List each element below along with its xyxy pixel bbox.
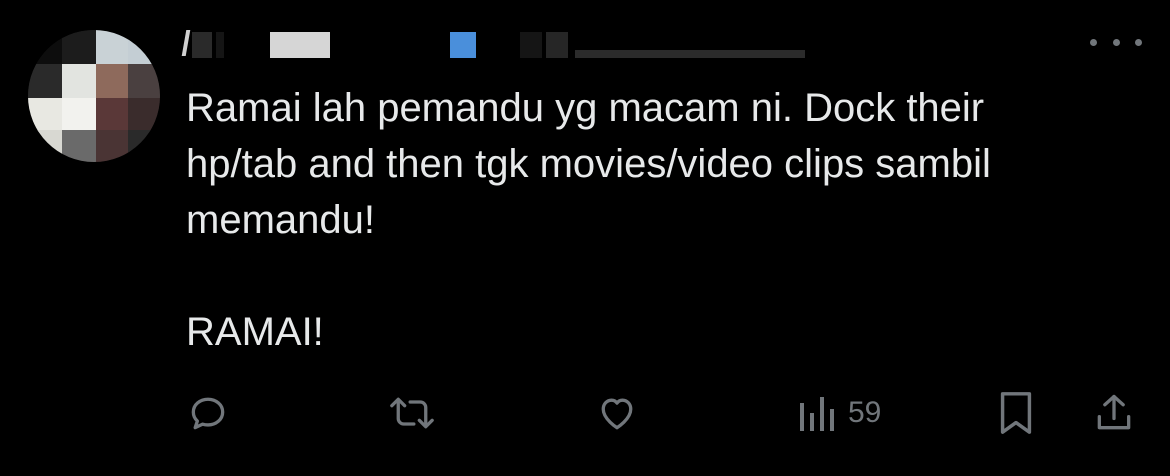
views-chart-icon	[800, 397, 834, 431]
more-dots-icon	[1090, 38, 1097, 46]
reply-button[interactable]	[186, 388, 230, 438]
more-button[interactable]	[1090, 30, 1142, 54]
share-icon	[1097, 394, 1131, 430]
bookmark-button[interactable]	[996, 388, 1036, 438]
action-bar: 59	[186, 388, 1146, 438]
avatar[interactable]	[28, 30, 160, 162]
heart-icon	[601, 398, 633, 430]
retweet-button[interactable]	[386, 388, 438, 438]
share-button[interactable]	[1092, 388, 1136, 438]
reply-icon	[191, 397, 225, 430]
tweet: Ramai lah pemandu yg macam ni. Dock thei…	[0, 0, 1170, 476]
bookmark-icon	[1000, 392, 1032, 434]
views-button[interactable]: 59	[798, 388, 881, 438]
retweet-icon	[390, 397, 434, 429]
views-count: 59	[848, 396, 882, 429]
author-header-redacted[interactable]	[180, 28, 880, 68]
like-button[interactable]	[594, 388, 640, 438]
tweet-text: Ramai lah pemandu yg macam ni. Dock thei…	[186, 86, 991, 354]
